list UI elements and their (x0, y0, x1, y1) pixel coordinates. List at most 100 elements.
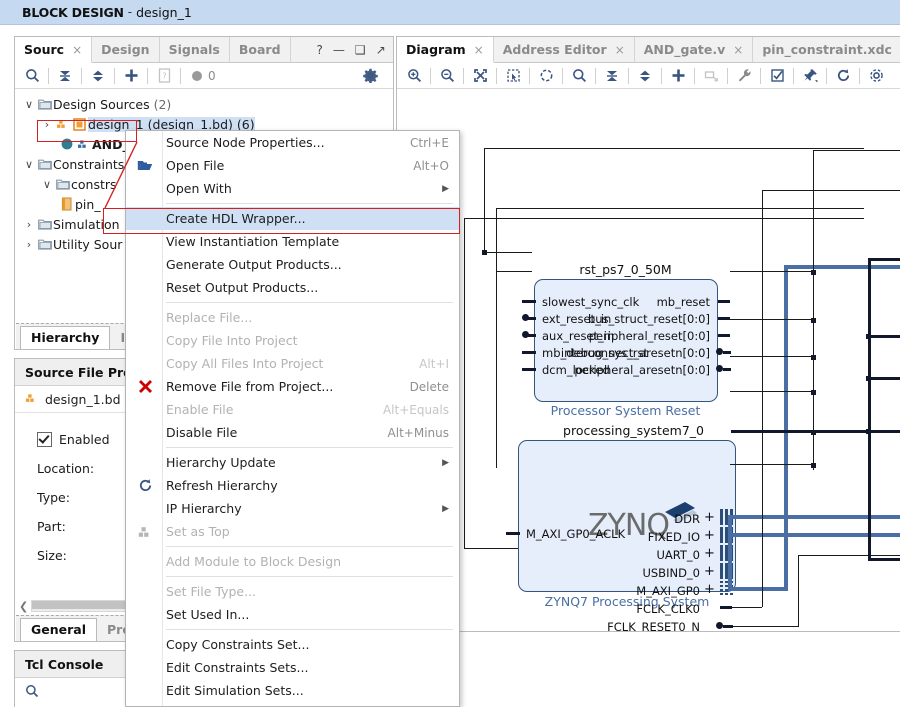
chevron-right-icon[interactable]: › (22, 218, 36, 231)
folder-icon (36, 98, 53, 110)
pin-icon[interactable] (797, 65, 823, 87)
menu-item-label: Remove File from Project... (166, 379, 334, 394)
tab-address-editor[interactable]: Address Editor × (494, 37, 635, 62)
pin-stub (720, 606, 732, 609)
menu-item-label: Copy All Files Into Project (166, 356, 324, 371)
zoom-area-icon[interactable] (500, 65, 526, 87)
search-icon[interactable] (566, 65, 592, 87)
menu-item-label: Copy Constraints Set... (166, 637, 310, 652)
refresh-icon[interactable] (830, 65, 856, 87)
junction-dot (866, 376, 871, 381)
close-icon[interactable]: × (733, 43, 743, 57)
bus-expander-m-axi-gp0[interactable]: + (704, 582, 715, 597)
folder-icon (36, 238, 53, 250)
zoom-fit-icon[interactable] (467, 65, 493, 87)
wire (484, 148, 486, 252)
enabled-checkbox[interactable] (37, 432, 52, 447)
zoom-out-icon[interactable] (434, 65, 460, 87)
gear-icon[interactable] (863, 65, 889, 87)
minimize-icon[interactable]: — (333, 44, 345, 56)
bottom-tab-general[interactable]: General (20, 618, 97, 641)
expand-all-icon[interactable] (85, 65, 111, 87)
toolbar-separator (180, 67, 181, 84)
chevron-down-icon[interactable]: ∨ (40, 178, 54, 191)
add-ip-icon[interactable] (665, 65, 691, 87)
tab-board[interactable]: Board (230, 37, 291, 62)
close-icon[interactable]: × (72, 43, 82, 57)
gear-icon[interactable] (357, 65, 383, 87)
expand-all-icon[interactable] (632, 65, 658, 87)
menu-item-shortcut: Alt+I (419, 356, 449, 371)
bottom-tab-hierarchy[interactable]: Hierarchy (20, 326, 111, 349)
tab-diagram[interactable]: Diagram × (397, 37, 494, 63)
menu-item-copy-file-into-project: Copy File Into Project (126, 329, 459, 352)
pin-peripheral-reset: peripheral_reset[0:0] (588, 329, 710, 343)
menu-item-edit-simulation-sets[interactable]: Edit Simulation Sets... (126, 679, 459, 702)
net-wire (868, 430, 900, 433)
chevron-down-icon[interactable]: ∨ (22, 158, 36, 171)
menu-item-open-with[interactable]: Open With ▶ (126, 177, 459, 200)
close-icon[interactable]: × (474, 43, 484, 57)
pin-stub (718, 334, 730, 337)
net-wire (868, 258, 871, 558)
tab-board-label: Board (238, 42, 281, 57)
menu-item-label: Reset Output Products... (166, 280, 319, 295)
menu-item-disable-file[interactable]: Disable File Alt+Minus (126, 421, 459, 444)
bus-expander-ddr[interactable]: + (704, 510, 715, 525)
menu-item-label: Add Module to Block Design (166, 554, 342, 569)
tab-sources[interactable]: Sourc × (15, 37, 93, 63)
collapse-all-icon[interactable] (52, 65, 78, 87)
menu-item-copy-constraints-set[interactable]: Copy Constraints Set... (126, 633, 459, 656)
search-icon[interactable] (19, 65, 45, 87)
menu-item-reset-output-products[interactable]: Reset Output Products... (126, 276, 459, 299)
block-design-canvas[interactable]: rst_ps7_0_50M Processor System Reset slo… (398, 90, 900, 631)
tab-and-gate-v[interactable]: AND_gate.v × (635, 37, 754, 62)
menu-item-hierarchy-update[interactable]: Hierarchy Update ▶ (126, 451, 459, 474)
add-sources-icon[interactable] (118, 65, 144, 87)
bus-expander-uart-0[interactable]: + (704, 546, 715, 561)
float-icon[interactable]: ↗ (376, 44, 386, 56)
chevron-right-icon[interactable]: › (22, 238, 36, 251)
collapse-all-icon[interactable] (599, 65, 625, 87)
wrench-icon[interactable] (731, 65, 757, 87)
menu-item-remove-file-from-project[interactable]: Remove File from Project... Delete (126, 375, 459, 398)
search-icon[interactable] (19, 680, 45, 702)
menu-item-set-used-in[interactable]: Set Used In... (126, 603, 459, 626)
zoom-selection-icon[interactable] (533, 65, 559, 87)
menu-item-enable-file: Enable File Alt+Equals (126, 398, 459, 421)
tab-design[interactable]: Design (92, 37, 160, 62)
bus-expander-fixed-io[interactable]: + (704, 528, 715, 543)
tab-signals[interactable]: Signals (160, 37, 230, 62)
pin-fclk-reset0-n: FCLK_RESET0_N (607, 620, 700, 631)
tab-pin-constraint-xdc[interactable]: pin_constraint.xdc (753, 37, 900, 62)
menu-item-copy-all-files-into-project: Copy All Files Into Project Alt+I (126, 352, 459, 375)
menu-item-label: Disable File (166, 425, 238, 440)
menu-item-ip-hierarchy[interactable]: IP Hierarchy ▶ (126, 497, 459, 520)
close-icon[interactable]: × (615, 43, 625, 57)
pin-uart-0: UART_0 (656, 548, 700, 562)
menu-item-label: Replace File... (166, 310, 253, 325)
menu-item-refresh-hierarchy[interactable]: Refresh Hierarchy (126, 474, 459, 497)
menu-item-associate-elf-files[interactable]: Associate ELF Files (126, 702, 459, 706)
menu-separator (166, 629, 453, 630)
net-wire (868, 377, 900, 380)
menu-item-source-node-properties[interactable]: Source Node Properties... Ctrl+E (126, 131, 459, 154)
scroll-left-icon[interactable]: ❮ (19, 600, 28, 613)
zoom-in-icon[interactable] (401, 65, 427, 87)
junction-dot (866, 429, 871, 434)
bus-expander-usbind-0[interactable]: + (704, 564, 715, 579)
wire (496, 208, 498, 468)
file-icon: ? (151, 65, 177, 87)
maximize-icon[interactable]: ❑ (355, 44, 366, 56)
menu-item-open-file[interactable]: Open File Alt+O (126, 154, 459, 177)
validate-design-icon[interactable] (764, 65, 790, 87)
help-icon[interactable]: ? (317, 44, 323, 56)
menu-item-edit-constraints-sets[interactable]: Edit Constraints Sets... (126, 656, 459, 679)
menu-item-generate-output-products[interactable]: Generate Output Products... (126, 253, 459, 276)
wire (732, 607, 762, 609)
chevron-down-icon[interactable]: ∨ (22, 98, 36, 111)
tree-item-design-sources[interactable]: ∨ Design Sources (2) (16, 94, 376, 114)
wire (813, 150, 815, 470)
banner-prefix: BLOCK DESIGN (22, 4, 124, 20)
block-subtitle-rst: Processor System Reset (550, 403, 701, 418)
